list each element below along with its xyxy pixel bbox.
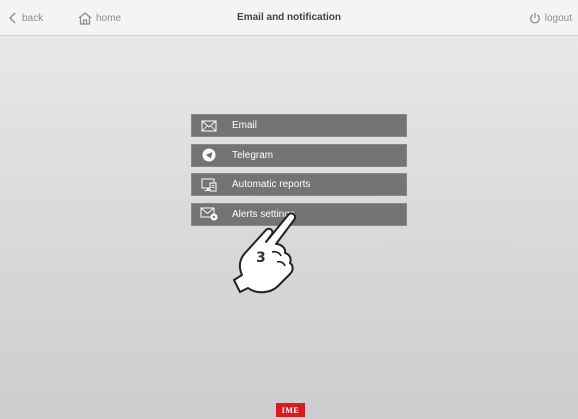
logout-button[interactable]: logout (529, 10, 572, 26)
top-navigation-bar: back home Email and notification logout (0, 0, 578, 36)
back-button[interactable]: back (8, 10, 43, 26)
alert-envelope-icon (191, 203, 227, 226)
menu-item-label: Telegram (232, 149, 274, 161)
telegram-icon (191, 144, 227, 167)
menu-item-label: Email (232, 120, 258, 131)
chevron-left-icon (9, 12, 16, 24)
envelope-icon (191, 114, 227, 137)
home-label: home (96, 12, 122, 24)
report-icon (191, 173, 227, 196)
power-icon (529, 12, 540, 24)
menu-item-telegram[interactable]: Telegram (191, 143, 407, 167)
menu-item-automatic-reports[interactable]: Automatic reports (191, 173, 407, 196)
menu-item-email[interactable]: Email (191, 114, 407, 137)
ime-logo: IME (276, 403, 305, 417)
back-label: back (22, 12, 44, 24)
menu-item-label: Automatic reports (232, 179, 311, 190)
logout-label: logout (544, 12, 572, 24)
home-icon (78, 12, 92, 25)
step-number: 3 (256, 250, 266, 266)
home-button[interactable]: home (77, 10, 121, 26)
pointing-hand-icon: 3 (226, 208, 306, 298)
